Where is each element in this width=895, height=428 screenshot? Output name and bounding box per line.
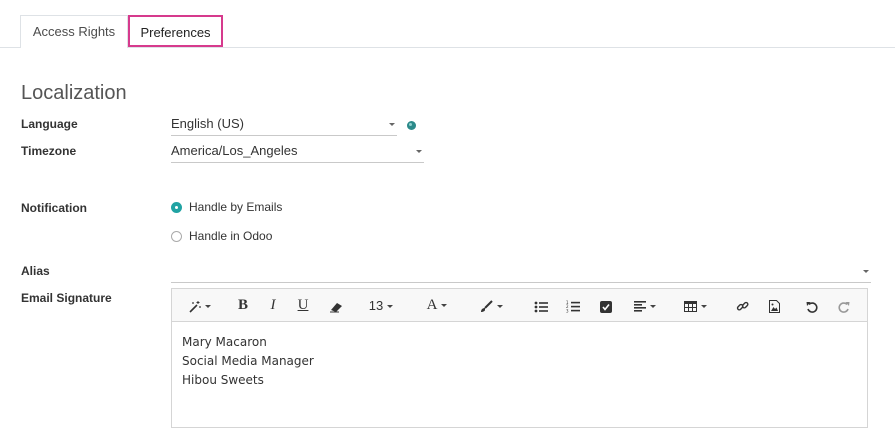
chevron-down-icon	[204, 305, 211, 309]
email-signature-label: Email Signature	[21, 291, 112, 305]
bulleted-list-button[interactable]	[530, 289, 552, 322]
timezone-value: America/Los_Angeles	[171, 143, 298, 158]
radio-unchecked-icon	[171, 230, 182, 242]
font-size-value: 13	[368, 298, 384, 313]
language-select[interactable]: English (US)	[171, 114, 397, 136]
radio-handle-by-emails[interactable]: Handle by Emails	[171, 200, 282, 214]
underline-icon: U	[297, 297, 309, 313]
italic-icon: I	[270, 297, 276, 313]
signature-line: Hibou Sweets	[182, 373, 264, 387]
eraser-icon	[330, 302, 342, 313]
svg-text:3: 3	[566, 309, 569, 314]
list-ol-icon: 1 2 3	[566, 300, 580, 314]
list-ul-icon	[534, 301, 548, 312]
image-icon	[768, 300, 780, 314]
table-icon	[683, 301, 697, 313]
undo-button[interactable]	[801, 289, 823, 322]
chevron-down-icon	[387, 305, 394, 309]
style-button[interactable]	[182, 289, 216, 322]
tab-preferences[interactable]: Preferences	[128, 15, 223, 47]
undo-icon	[806, 301, 818, 313]
language-label: Language	[21, 117, 78, 131]
redo-button[interactable]	[833, 289, 855, 322]
check-square-icon	[600, 300, 612, 313]
alias-label: Alias	[21, 264, 50, 278]
radio-checked-icon	[171, 201, 182, 213]
checklist-button[interactable]	[595, 289, 617, 322]
chevron-down-icon	[863, 270, 869, 273]
font-color-button[interactable]: A	[422, 289, 452, 322]
align-left-icon	[634, 301, 646, 312]
magic-wand-icon	[188, 301, 201, 313]
email-signature-editor: B I U 13 A 1 2 3 Mary Macaron Social Med…	[171, 288, 868, 428]
eraser-button[interactable]	[324, 289, 348, 322]
bold-icon: B	[237, 297, 248, 313]
timezone-label: Timezone	[21, 144, 77, 158]
notification-label: Notification	[21, 201, 87, 215]
language-value: English (US)	[171, 116, 244, 131]
paint-brush-icon	[480, 300, 493, 313]
link-icon	[736, 301, 749, 311]
background-color-button[interactable]	[474, 289, 508, 322]
alias-select[interactable]	[171, 261, 871, 283]
radio-handle-in-odoo[interactable]: Handle in Odoo	[171, 229, 272, 243]
paragraph-button[interactable]	[628, 289, 662, 322]
font-color-icon: A	[426, 297, 438, 313]
redo-icon	[838, 301, 850, 313]
table-button[interactable]	[678, 289, 712, 322]
chevron-down-icon	[416, 150, 422, 153]
image-button[interactable]	[763, 289, 785, 322]
link-button[interactable]	[731, 289, 753, 322]
signature-line: Social Media Manager	[182, 354, 314, 368]
timezone-select[interactable]: America/Los_Angeles	[171, 141, 424, 163]
tab-access-rights[interactable]: Access Rights	[20, 15, 128, 48]
signature-line: Mary Macaron	[182, 335, 267, 349]
tab-bar: Access Rights Preferences	[0, 0, 895, 48]
globe-icon[interactable]	[407, 121, 416, 130]
chevron-down-icon	[700, 305, 707, 309]
chevron-down-icon	[650, 305, 656, 309]
editor-toolbar: B I U 13 A 1 2 3	[172, 289, 867, 322]
underline-button[interactable]: U	[292, 289, 314, 322]
italic-button[interactable]: I	[262, 289, 284, 322]
signature-content[interactable]: Mary Macaron Social Media Manager Hibou …	[172, 322, 867, 401]
section-title: Localization	[21, 82, 127, 104]
numbered-list-button[interactable]: 1 2 3	[562, 289, 584, 322]
radio-label: Handle by Emails	[189, 200, 283, 214]
chevron-down-icon	[389, 123, 395, 126]
radio-label: Handle in Odoo	[189, 229, 273, 243]
chevron-down-icon	[441, 304, 448, 308]
chevron-down-icon	[496, 305, 503, 309]
bold-button[interactable]: B	[232, 289, 254, 322]
font-size-button[interactable]: 13	[364, 289, 398, 322]
